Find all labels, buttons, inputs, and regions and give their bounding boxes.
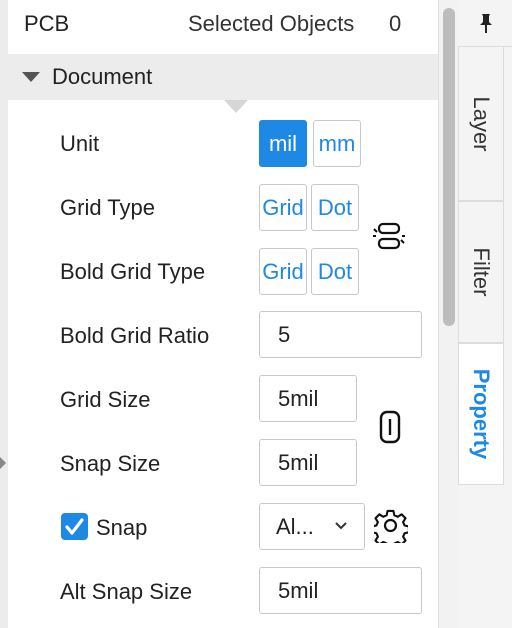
selected-objects-label: Selected Objects [188,11,355,36]
grid-size-label: Grid Size [60,387,151,412]
unit-mm-button[interactable]: mm [313,120,361,167]
snap-checkbox[interactable] [61,513,88,540]
bold-grid-ratio-label: Bold Grid Ratio [60,323,210,348]
bold-grid-ratio-input[interactable]: 5 [259,311,422,358]
checkmark-icon [65,518,84,535]
section-pointer [224,100,248,113]
document-section-header[interactable]: Document [8,54,438,100]
panel-title: PCB [24,11,70,36]
bold-grid-type-grid-button[interactable]: Grid [259,248,307,295]
tab-property[interactable]: Property [458,343,504,485]
tab-layer-label: Layer [469,95,494,152]
snap-label: Snap [96,515,148,540]
unit-mil-button[interactable]: mil [259,120,307,167]
selected-objects-count: 0 [389,11,402,36]
alt-snap-size-input[interactable]: 5mil [259,567,422,614]
grid-size-input[interactable]: 5mil [259,375,357,422]
section-label: Document [52,64,153,89]
grid-type-label: Grid Type [60,195,155,220]
caret-down-icon [22,72,40,82]
unlink-icon[interactable] [373,220,405,257]
snap-mode-select[interactable]: Al... [259,503,365,550]
collapse-marker-icon[interactable] [0,457,6,469]
snap-mode-value: Al... [276,514,314,539]
grid-type-dot-button[interactable]: Dot [311,184,359,231]
snap-size-input[interactable]: 5mil [259,439,357,486]
unit-label: Unit [60,131,100,156]
scrollbar-thumb[interactable] [443,8,455,326]
tab-filter-label: Filter [469,247,494,297]
pin-icon [480,14,492,33]
side-tab-bar: Layer Filter Property [458,0,512,628]
gear-icon[interactable] [370,509,410,549]
alt-snap-size-label: Alt Snap Size [60,579,193,604]
tab-property-label: Property [469,368,494,460]
bold-grid-type-dot-button[interactable]: Dot [311,248,359,295]
pin-button[interactable] [458,0,512,47]
bold-grid-type-label: Bold Grid Type [60,259,206,284]
tab-layer[interactable]: Layer [458,46,504,201]
property-panel: PCB Selected Objects 0 Document Unit mil… [8,0,438,628]
tab-filter[interactable]: Filter [458,201,504,343]
chevron-down-icon [335,522,347,530]
snap-size-label: Snap Size [60,451,161,476]
vertical-scrollbar[interactable] [438,0,459,628]
grid-type-grid-button[interactable]: Grid [259,184,307,231]
panel-header: PCB Selected Objects 0 [8,0,438,50]
link-icon[interactable] [378,410,402,449]
